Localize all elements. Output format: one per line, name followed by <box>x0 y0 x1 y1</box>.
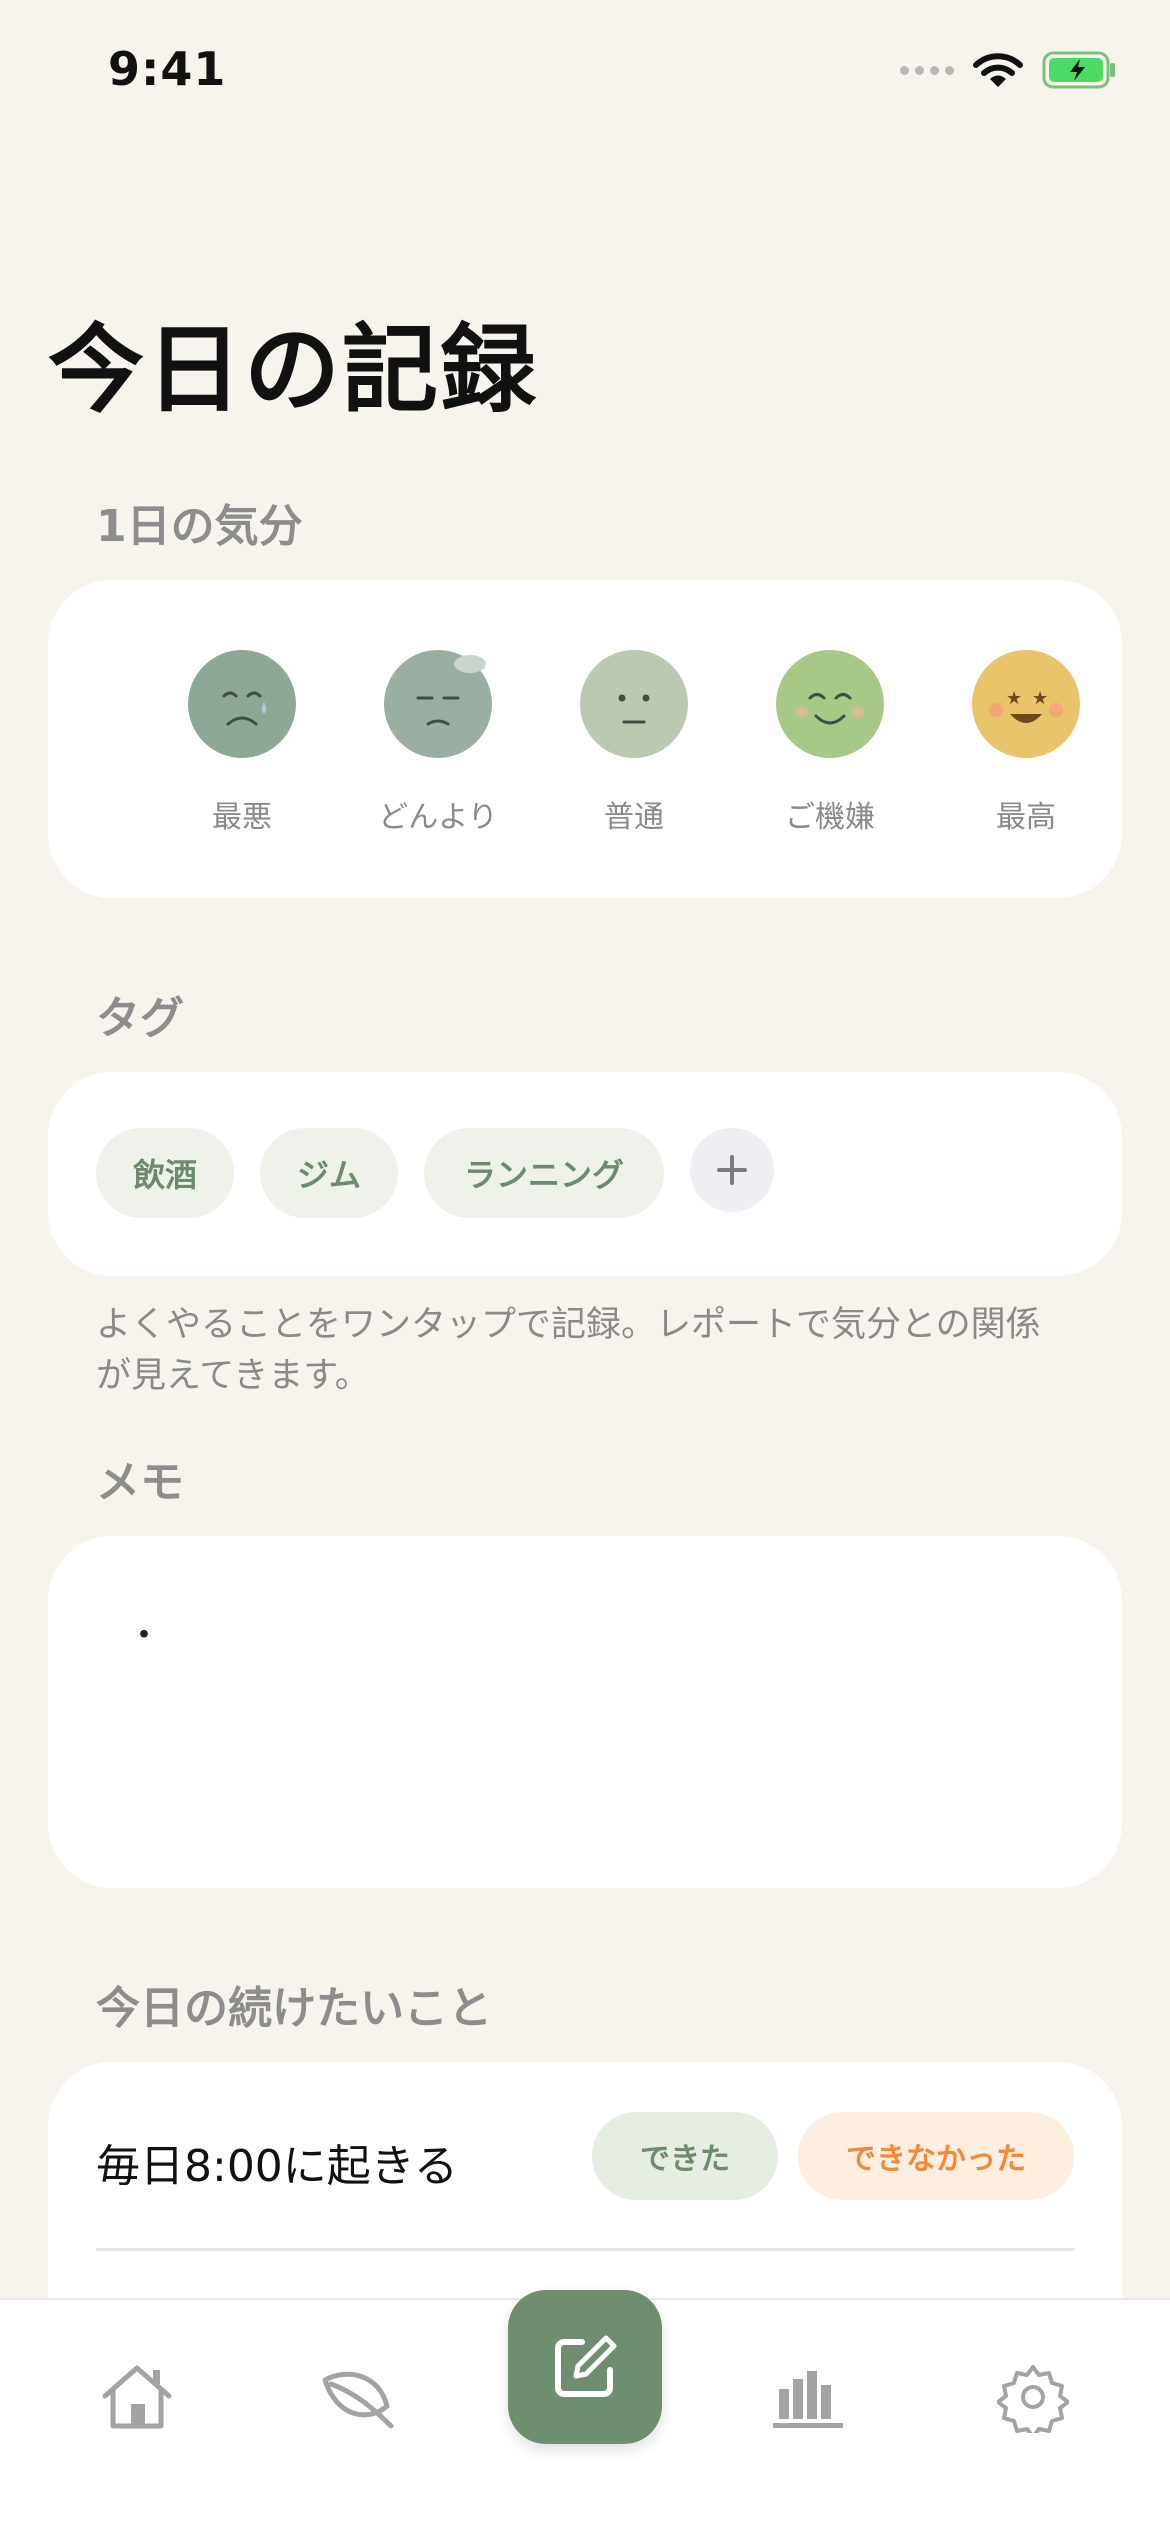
mood-best-face-icon: ★ ★ <box>972 650 1080 758</box>
memo-section-label: メモ <box>96 1457 184 1508</box>
tab-home[interactable] <box>92 2352 182 2442</box>
tab-record[interactable] <box>508 2290 662 2444</box>
memo-input[interactable]: ・ <box>48 1536 1122 1888</box>
battery-icon <box>1042 51 1115 89</box>
mood-worst-label: 最悪 <box>212 800 272 835</box>
mood-best-button[interactable]: ★ ★ 最高 <box>946 650 1106 836</box>
edit-icon <box>555 2335 617 2397</box>
mood-gloomy-face-icon <box>384 650 492 758</box>
plus-icon <box>717 1155 747 1185</box>
status-time: 9:41 <box>108 42 227 96</box>
mood-gloomy-label: どんより <box>378 800 498 835</box>
leaf-icon <box>322 2371 394 2429</box>
mood-normal-face-icon <box>580 650 688 758</box>
add-tag-button[interactable] <box>690 1128 774 1212</box>
tab-report[interactable] <box>764 2352 854 2442</box>
tab-bar <box>0 2290 1170 2534</box>
tab-journal[interactable] <box>312 2352 402 2442</box>
mood-good-label: ご機嫌 <box>785 800 875 835</box>
memo-text: ・ <box>126 1615 163 1656</box>
mood-good-face-icon <box>776 650 884 758</box>
mood-worst-face-icon <box>188 650 296 758</box>
wifi-icon <box>973 53 1023 87</box>
habit-title: 毎日8:00に起きる <box>96 2141 458 2192</box>
habit-section-label: 今日の続けたいこと <box>96 1983 492 2034</box>
tag-chip-alcohol[interactable]: 飲酒 <box>96 1128 234 1218</box>
mood-section-label: 1日の気分 <box>96 501 303 552</box>
habit-not-done-button[interactable]: できなかった <box>798 2112 1074 2200</box>
tag-chip-running[interactable]: ランニング <box>424 1128 664 1218</box>
home-icon <box>102 2365 172 2429</box>
mood-worst-button[interactable]: 最悪 <box>162 650 322 836</box>
mood-normal-button[interactable]: 普通 <box>554 650 714 836</box>
habit-divider <box>96 2248 1074 2251</box>
status-icons <box>900 50 1118 90</box>
svg-text:★: ★ <box>1006 688 1022 709</box>
signal-icon <box>900 65 954 75</box>
tab-settings[interactable] <box>988 2352 1078 2442</box>
tag-card: 飲酒 ジム ランニング <box>48 1072 1122 1276</box>
page-title: 今日の記録 <box>48 314 538 426</box>
chart-icon <box>773 2371 843 2428</box>
mood-card: 最悪 どんより 普通 ご機嫌 ★ ★ 最高 <box>48 580 1122 898</box>
mood-normal-label: 普通 <box>604 800 664 835</box>
mood-gloomy-button[interactable]: どんより <box>358 650 518 836</box>
gear-icon <box>997 2365 1069 2433</box>
habit-done-button[interactable]: できた <box>592 2112 778 2200</box>
mood-best-label: 最高 <box>996 800 1056 835</box>
tag-help-text: よくやることをワンタップで記録。レポートで気分との関係が見えてきます。 <box>96 1305 1041 1396</box>
mood-good-button[interactable]: ご機嫌 <box>750 650 910 836</box>
tag-section-label: タグ <box>96 993 184 1044</box>
svg-text:★: ★ <box>1032 688 1048 709</box>
tag-chip-gym[interactable]: ジム <box>260 1128 398 1218</box>
